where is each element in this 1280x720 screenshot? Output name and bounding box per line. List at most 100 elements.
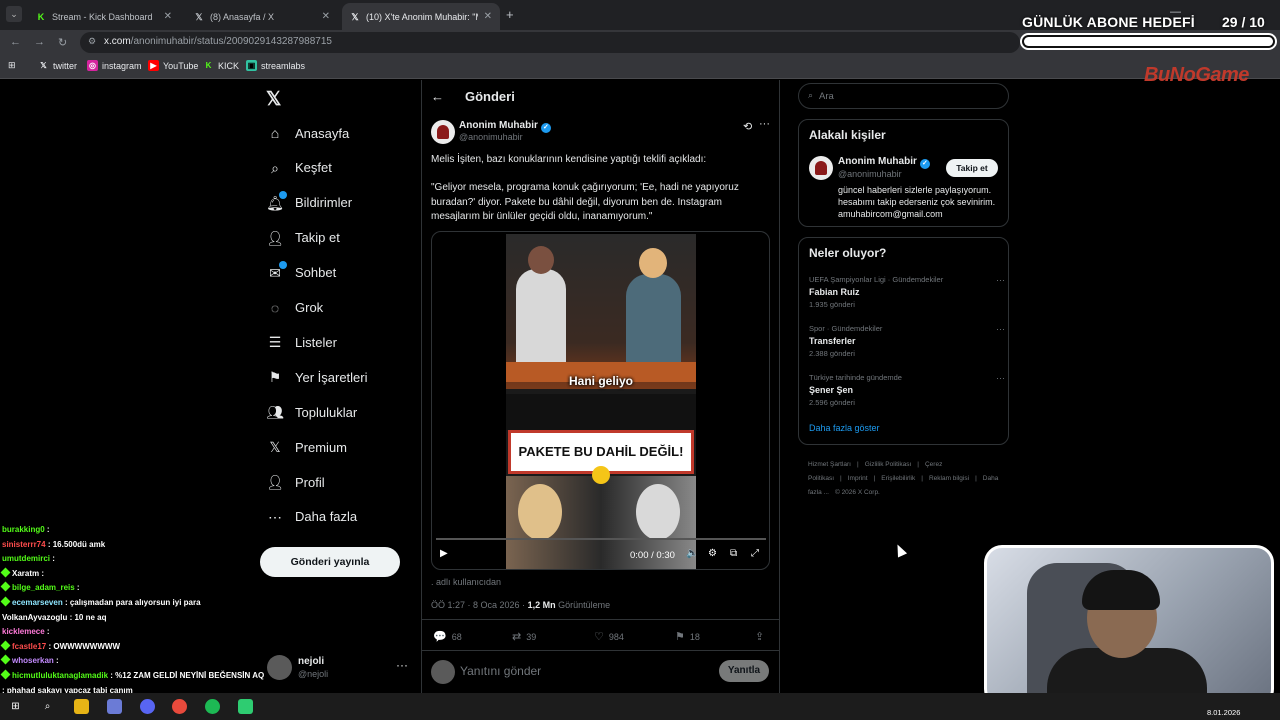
chat-username[interactable]: umutdemirci	[2, 554, 50, 563]
footer-link[interactable]: Imprint	[848, 475, 868, 482]
chat-username[interactable]: burakking0	[2, 525, 45, 534]
back-icon[interactable]: ←	[10, 36, 21, 48]
nav-item-label: Profil	[295, 474, 325, 490]
chat-username[interactable]: ecemarseven	[12, 598, 63, 607]
file-explorer-icon[interactable]	[74, 699, 89, 714]
search-input[interactable]: ⌕ Ara	[798, 83, 1009, 109]
app-icon-2[interactable]	[238, 699, 253, 714]
tab-kick-dashboard[interactable]: K Stream - Kick Dashboard ✕	[28, 3, 180, 30]
show-more-link[interactable]: Daha fazla göster	[809, 423, 880, 433]
reply-button[interactable]: Yanıtla	[719, 660, 769, 682]
apps-icon[interactable]: ⊞	[8, 60, 16, 71]
trend-posts: 1.935 gönderi	[809, 300, 855, 309]
nav-item-10[interactable]: 👤︎ Profil	[266, 470, 325, 494]
nav-item-7[interactable]: ⚑ Yer İşaretleri	[266, 365, 368, 389]
nav-item-9[interactable]: 𝕏 Premium	[266, 435, 347, 459]
close-icon[interactable]: ✕	[164, 11, 172, 22]
new-tab-button[interactable]: +	[506, 7, 514, 22]
spotify-icon[interactable]	[205, 699, 220, 714]
brand-logo: BuNoGame	[1144, 64, 1249, 86]
close-icon[interactable]: ✕	[484, 11, 492, 22]
footer-link[interactable]: Hizmet Şartları	[808, 461, 851, 468]
bookmark-instagram[interactable]: ◎ instagram	[87, 60, 142, 71]
pip-icon[interactable]: ⧉	[730, 548, 737, 559]
settings-icon[interactable]: ⚙	[708, 548, 717, 559]
reload-icon[interactable]: ↻	[58, 36, 67, 49]
reply-input[interactable]: Yanıtını gönder	[460, 664, 541, 678]
chat-username[interactable]: bilge_adam_reis	[12, 583, 75, 592]
more-icon[interactable]: ···	[996, 373, 1005, 383]
windows-start-icon[interactable]: ⊞	[8, 699, 23, 714]
trend-item[interactable]: UEFA Şampiyonlar Ligi · Gündemdekiler Fa…	[809, 275, 1005, 309]
related-avatar[interactable]	[809, 156, 833, 180]
like-action[interactable]: ♡ 984	[594, 630, 624, 643]
video-player[interactable]: Hani geliyo PAKETE BU DAHİL DEĞİL! ▶ 0:0…	[431, 231, 770, 570]
video-progress-bar[interactable]	[436, 538, 766, 540]
bell-icon: 🔔︎	[266, 190, 287, 212]
tab-x-post[interactable]: 𝕏 (10) X'te Anonim Muhabir: "Me ✕	[342, 3, 500, 30]
list-icon: ☰	[268, 334, 282, 351]
post-button[interactable]: Gönderi yayınla	[260, 547, 400, 577]
author-handle[interactable]: @anonimuhabir	[459, 132, 523, 142]
streamlabs-icon: ▣	[246, 60, 257, 71]
reply-action[interactable]: 💬 68	[433, 630, 462, 643]
forward-icon[interactable]: →	[34, 36, 45, 48]
bookmark-icon: ⚑	[268, 369, 282, 386]
app-icon[interactable]	[107, 699, 122, 714]
chat-username[interactable]: Xaratm	[12, 569, 39, 578]
more-icon[interactable]: ···	[759, 118, 770, 130]
nav-item-3[interactable]: 👤︎ Takip et	[266, 226, 340, 250]
author-avatar[interactable]	[431, 120, 455, 144]
trend-item[interactable]: Türkiye tarihinde gündemde Şener Şen 2.5…	[809, 373, 1005, 407]
fullscreen-icon[interactable]: ⤢	[751, 548, 759, 559]
related-name-row[interactable]: Anonim Muhabir ✓	[838, 156, 930, 169]
search-icon[interactable]: ⌕	[40, 699, 55, 714]
nav-item-1[interactable]: ⌕ Keşfet	[266, 156, 332, 180]
chat-username[interactable]: fcastle17	[12, 642, 46, 651]
footer-link[interactable]: Gizlilik Politikası	[865, 461, 912, 468]
more-icon[interactable]: ···	[996, 275, 1005, 285]
bookmark-youtube[interactable]: ▶ YouTube	[148, 60, 198, 71]
trend-item[interactable]: Spor · Gündemdekiler Transferler 2.388 g…	[809, 324, 1005, 358]
repost-action[interactable]: ⇄ 39	[512, 630, 536, 643]
bookmark-action[interactable]: ⚑ 18	[675, 630, 700, 643]
discord-icon[interactable]	[140, 699, 155, 714]
share-action[interactable]: ⇪	[755, 630, 769, 643]
play-icon[interactable]: ▶	[440, 548, 448, 559]
nav-item-5[interactable]: ◌ Grok	[266, 296, 323, 320]
tab-x-home[interactable]: 𝕏 (8) Anasayfa / X ✕	[186, 3, 338, 30]
close-icon[interactable]: ✕	[322, 11, 330, 22]
tab-search-button[interactable]: ⌄	[6, 6, 22, 22]
url-input[interactable]: ⚙ x.com/anonimuhabir/status/200902914328…	[80, 32, 1020, 53]
footer-link[interactable]: Erişilebilirlik	[881, 475, 915, 482]
webcam-person-hair	[1082, 570, 1160, 610]
chat-username[interactable]: VolkanAyvazoglu	[2, 613, 67, 622]
trends-card: Neler oluyor? UEFA Şampiyonlar Ligi · Gü…	[798, 237, 1009, 445]
volume-icon[interactable]: 🔈	[686, 548, 698, 559]
bookmark-twitter[interactable]: 𝕏twitter	[38, 60, 77, 71]
bookmark-kick[interactable]: K KICK	[203, 60, 239, 71]
chat-username[interactable]: kicklemece	[2, 627, 45, 636]
site-info-icon[interactable]: ⚙	[88, 36, 96, 47]
more-icon[interactable]: ···	[396, 658, 408, 672]
bookmark-streamlabs[interactable]: ▣ streamlabs	[246, 60, 305, 71]
x-logo-icon[interactable]: 𝕏	[266, 88, 281, 111]
nav-item-11[interactable]: ⋯ Daha fazla	[266, 505, 357, 529]
post-text-1: Melis İşiten, bazı konuklarının kendisin…	[431, 154, 707, 165]
footer-link[interactable]: © 2026 X Corp.	[835, 489, 880, 496]
nav-item-4[interactable]: ✉ Sohbet	[266, 260, 336, 285]
nav-item-6[interactable]: ☰ Listeler	[266, 330, 337, 354]
nav-item-2[interactable]: 🔔︎ Bildirimler	[266, 190, 352, 215]
grok-icon[interactable]: ⟲	[743, 120, 752, 133]
back-arrow-icon[interactable]: ←	[431, 89, 444, 104]
chat-username[interactable]: hicmutluluktanaglamadik	[12, 671, 108, 680]
footer-link[interactable]: Reklam bilgisi	[929, 475, 969, 482]
chrome-icon[interactable]	[172, 699, 187, 714]
chat-username[interactable]: sinisterrr74	[2, 540, 46, 549]
avatar[interactable]	[267, 655, 292, 680]
more-icon[interactable]: ···	[996, 324, 1005, 334]
nav-item-8[interactable]: 👥︎ Topluluklar	[266, 400, 357, 424]
chat-username[interactable]: whoserkan	[12, 656, 54, 665]
nav-item-0[interactable]: ⌂ Anasayfa	[266, 121, 349, 145]
follow-button[interactable]: Takip et	[946, 159, 998, 177]
